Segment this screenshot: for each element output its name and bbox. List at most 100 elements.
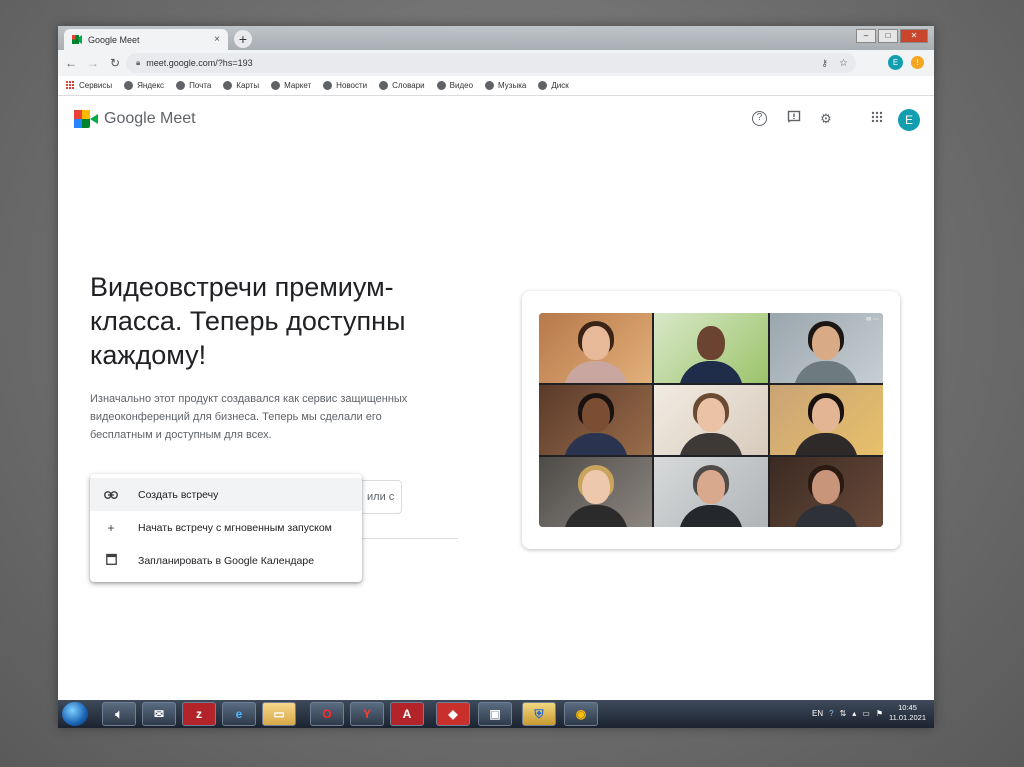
tab-close-icon[interactable]: ×: [214, 34, 220, 45]
bookmark-label: Видео: [449, 81, 474, 90]
bookmark-star-icon[interactable]: ☆: [839, 58, 848, 69]
menu-item-label: Начать встречу с мгновенным запуском: [138, 521, 332, 534]
link-icon: [102, 488, 120, 502]
bookmark-news[interactable]: Новости: [323, 81, 367, 90]
mail-app-icon[interactable]: ✉: [142, 702, 176, 726]
settings-gear-icon[interactable]: ⚙: [817, 110, 835, 128]
participant-tile: [539, 313, 653, 383]
network-icon[interactable]: ⇅: [840, 709, 847, 718]
participants-grid: ✉ ⋯: [539, 313, 883, 527]
globe-icon: [538, 81, 548, 90]
opera-browser-icon[interactable]: O: [310, 702, 344, 726]
tab-title: Google Meet: [88, 34, 140, 45]
window-app-icon[interactable]: ▣: [478, 702, 512, 726]
globe-icon: [436, 81, 446, 90]
menu-item-label: Запланировать в Google Календаре: [138, 554, 315, 567]
google-apps-icon[interactable]: [868, 110, 886, 128]
file-explorer-icon[interactable]: ▭: [262, 702, 296, 726]
desktop-screen: Google Meet × + – □ ✕ ← → ↻ 🔒︎ meet.goog…: [58, 26, 934, 728]
tile-status-icons: ✉ ⋯: [866, 317, 879, 323]
lock-icon: 🔒︎: [136, 58, 141, 67]
feedback-icon[interactable]: [785, 110, 803, 128]
participant-tile: [539, 457, 653, 527]
chrome-browser-icon[interactable]: ◉: [564, 702, 598, 726]
globe-icon: [223, 81, 233, 90]
bookmark-label: Сервисы: [79, 81, 113, 90]
meeting-code-input[interactable]: или с: [356, 480, 402, 514]
participant-tile: [654, 457, 768, 527]
help-icon[interactable]: ?: [752, 111, 767, 126]
google-meet-logo[interactable]: Google Meet: [74, 110, 196, 128]
maximize-button[interactable]: □: [878, 29, 898, 43]
menu-item-instant-meeting[interactable]: + Начать встречу с мгновенным запуском: [90, 511, 362, 544]
bookmark-music[interactable]: Музыка: [485, 81, 526, 90]
start-button[interactable]: [62, 702, 88, 726]
bookmark-maps[interactable]: Карты: [223, 81, 259, 90]
bookmark-label: Маркет: [284, 81, 312, 90]
hero-subtext: Изначально этот продукт создавался как с…: [90, 393, 408, 441]
plus-icon: +: [107, 520, 115, 535]
window-controls: – □ ✕: [856, 29, 928, 43]
menu-item-schedule-calendar[interactable]: Запланировать в Google Календаре: [90, 544, 362, 577]
apps-grid-icon: [66, 81, 75, 90]
minimize-button[interactable]: –: [856, 29, 876, 43]
flag-icon[interactable]: ⚑: [876, 709, 883, 718]
bookmark-mail[interactable]: Почта: [176, 81, 211, 90]
language-indicator[interactable]: EN: [812, 709, 823, 718]
clock[interactable]: 10:45 11.01.2021: [889, 703, 926, 723]
help-tray-icon[interactable]: ?: [829, 709, 833, 718]
bookmark-yandex[interactable]: Яндекс: [124, 81, 164, 90]
video-preview-card: ✉ ⋯: [522, 291, 900, 549]
browser-profile-avatar[interactable]: E: [888, 55, 903, 70]
address-bar[interactable]: 🔒︎ meet.google.com/?hs=193 ⚷ ☆: [126, 53, 856, 73]
hero-headline: Видеовстречи премиум-класса. Теперь дост…: [90, 272, 406, 370]
globe-icon: [124, 81, 134, 90]
logo-text: Google Meet: [104, 110, 196, 127]
clock-time: 10:45: [898, 703, 917, 712]
tray-expand-icon[interactable]: ▴: [852, 709, 856, 718]
windows-taskbar: 🔈︎ ✉ z e ▭ O Y A ◆ ▣ ⛨ ◉ EN ? ⇅ ▴ ▭ ⚑ 10…: [58, 700, 934, 728]
calendar-icon: [102, 553, 120, 568]
acrobat-reader-icon[interactable]: A: [390, 702, 424, 726]
participant-tile: [539, 385, 653, 455]
browser-toolbar: ← → ↻ 🔒︎ meet.google.com/?hs=193 ⚷ ☆ E !: [58, 50, 934, 76]
participant-tile: [769, 385, 883, 455]
tab-google-meet[interactable]: Google Meet ×: [64, 29, 228, 50]
new-tab-button[interactable]: +: [234, 30, 252, 48]
menu-item-label: Создать встречу: [138, 488, 219, 501]
bookmark-dictionaries[interactable]: Словари: [379, 81, 425, 90]
reload-icon[interactable]: ↻: [106, 56, 124, 70]
red-app-icon[interactable]: ◆: [436, 702, 470, 726]
url-text: meet.google.com/?hs=193: [146, 58, 253, 68]
bookmark-label: Музыка: [498, 81, 527, 90]
new-meeting-menu: Создать встречу + Начать встречу с мгнов…: [90, 474, 362, 582]
window-close-button[interactable]: ✕: [900, 29, 928, 43]
forward-arrow-icon[interactable]: →: [84, 56, 102, 70]
zynga-app-icon[interactable]: z: [182, 702, 216, 726]
bookmark-video[interactable]: Видео: [436, 81, 474, 90]
yandex-browser-icon[interactable]: Y: [350, 702, 384, 726]
account-avatar[interactable]: E: [898, 109, 920, 131]
participant-tile: ✉ ⋯: [769, 313, 883, 383]
internet-explorer-icon[interactable]: e: [222, 702, 256, 726]
system-tray: EN ? ⇅ ▴ ▭ ⚑ 10:45 11.01.2021: [812, 703, 926, 723]
bookmark-services[interactable]: Сервисы: [66, 81, 112, 90]
bookmark-market[interactable]: Маркет: [271, 81, 311, 90]
back-arrow-icon[interactable]: ←: [62, 56, 80, 70]
globe-icon: [176, 81, 186, 90]
bookmark-disk[interactable]: Диск: [538, 81, 569, 90]
shield-app-icon[interactable]: ⛨: [522, 702, 556, 726]
bookmark-label: Новости: [336, 81, 368, 90]
clock-date: 11.01.2021: [889, 713, 926, 722]
participant-tile: [769, 457, 883, 527]
menu-item-create-meeting[interactable]: Создать встречу: [90, 478, 362, 511]
key-icon[interactable]: ⚷: [821, 58, 828, 69]
globe-icon: [379, 81, 389, 90]
bookmark-label: Словари: [392, 81, 425, 90]
browser-update-icon[interactable]: !: [911, 56, 924, 69]
bookmark-label: Диск: [551, 81, 569, 90]
monitor-icon[interactable]: ▭: [862, 709, 870, 718]
participant-tile: [654, 313, 768, 383]
speaker-app-icon[interactable]: 🔈︎: [102, 702, 136, 726]
globe-icon: [485, 81, 495, 90]
